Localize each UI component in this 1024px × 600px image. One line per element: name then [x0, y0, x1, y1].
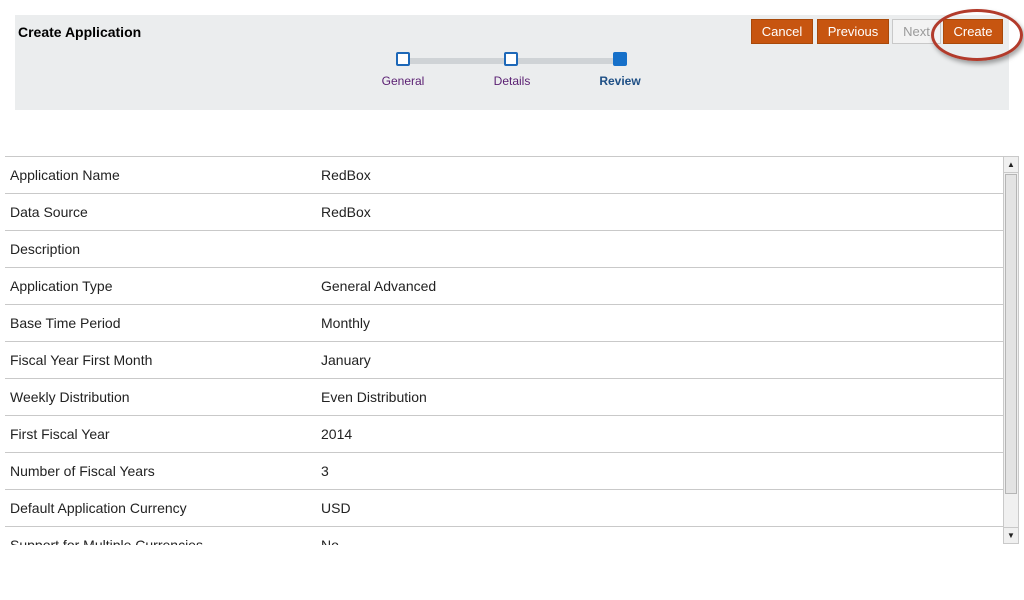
- row-label: Number of Fiscal Years: [10, 463, 155, 479]
- step-general-marker[interactable]: [396, 52, 410, 66]
- row-label: Default Application Currency: [10, 500, 187, 516]
- step-general-label[interactable]: General: [363, 74, 443, 88]
- row-label: First Fiscal Year: [10, 426, 110, 442]
- row-value: No: [321, 537, 339, 545]
- review-row-base-time-period: Base Time Period Monthly: [5, 305, 1003, 342]
- step-train: General Details Review: [380, 49, 650, 99]
- step-review-marker: [613, 52, 627, 66]
- row-value: RedBox: [321, 167, 371, 183]
- row-label: Support for Multiple Currencies: [10, 537, 203, 545]
- row-value: General Advanced: [321, 278, 437, 294]
- review-scrollbar[interactable]: ▲ ▼: [1003, 156, 1019, 544]
- row-label: Base Time Period: [10, 315, 121, 331]
- row-value: RedBox: [321, 204, 371, 220]
- review-row-data-source: Data Source RedBox: [5, 194, 1003, 231]
- row-label: Application Name: [10, 167, 120, 183]
- review-row-number-of-fiscal-years: Number of Fiscal Years 3: [5, 453, 1003, 490]
- row-label: Data Source: [10, 204, 88, 220]
- triangle-up-icon[interactable]: ▲: [1004, 157, 1018, 173]
- row-label: Description: [10, 241, 81, 257]
- step-details-label[interactable]: Details: [472, 74, 552, 88]
- review-row-description: Description: [5, 231, 1003, 268]
- step-review-label: Review: [599, 74, 641, 88]
- triangle-down-icon[interactable]: ▼: [1004, 527, 1018, 543]
- review-row-application-type: Application Type General Advanced: [5, 268, 1003, 305]
- review-row-application-name: Application Name RedBox: [5, 157, 1003, 194]
- row-value: 2014: [321, 426, 353, 442]
- review-row-default-currency: Default Application Currency USD: [5, 490, 1003, 527]
- review-row-weekly-distribution: Weekly Distribution Even Distribution: [5, 379, 1003, 416]
- row-value: USD: [321, 500, 351, 516]
- review-row-first-fiscal-year: First Fiscal Year 2014: [5, 416, 1003, 453]
- row-label: Application Type: [10, 278, 113, 294]
- create-application-header: Create Application Cancel Previous Next …: [15, 9, 1023, 110]
- review-row-multiple-currencies: Support for Multiple Currencies No: [5, 527, 1003, 545]
- review-table: Application Name RedBox Data Source RedB…: [5, 156, 1003, 545]
- row-value: January: [321, 352, 371, 368]
- row-label: Fiscal Year First Month: [10, 352, 153, 368]
- row-value: Even Distribution: [321, 389, 427, 405]
- row-value: Monthly: [321, 315, 371, 331]
- create-button[interactable]: Create: [943, 19, 1003, 44]
- next-button[interactable]: Next: [892, 19, 941, 44]
- page-title: Create Application: [18, 24, 142, 40]
- review-row-fiscal-year-first-month: Fiscal Year First Month January: [5, 342, 1003, 379]
- scrollbar-thumb[interactable]: [1005, 174, 1017, 494]
- step-details-marker[interactable]: [504, 52, 518, 66]
- previous-button[interactable]: Previous: [817, 19, 889, 44]
- row-label: Weekly Distribution: [10, 389, 130, 405]
- row-value: 3: [321, 463, 329, 479]
- cancel-button[interactable]: Cancel: [751, 19, 813, 44]
